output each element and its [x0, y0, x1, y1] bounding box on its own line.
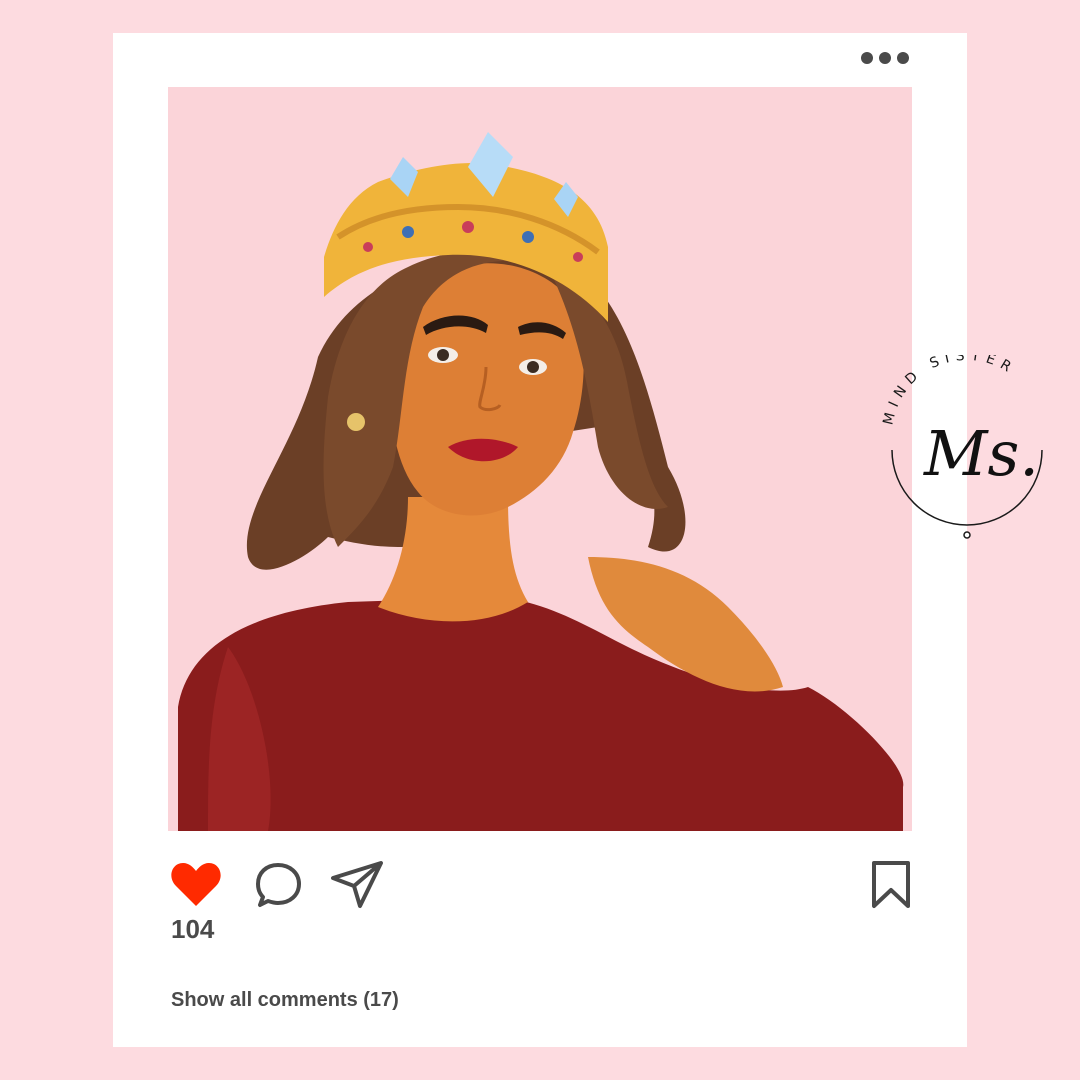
post-image[interactable] [168, 87, 912, 831]
bookmark-icon[interactable] [870, 860, 912, 910]
dot [861, 52, 873, 64]
send-icon[interactable] [330, 860, 385, 910]
like-count[interactable]: 104 [171, 914, 214, 945]
show-comments-link[interactable]: Show all comments (17) [171, 989, 399, 1012]
heart-icon[interactable] [170, 860, 222, 908]
comment-icon[interactable] [254, 861, 304, 909]
more-options-icon[interactable] [861, 51, 913, 65]
logo-monogram: Ms. [923, 417, 1039, 490]
dot [897, 52, 909, 64]
dot [879, 52, 891, 64]
portrait-illustration [178, 132, 904, 831]
logo-ring-text: MIND SISTER [880, 355, 1019, 427]
brand-logo: MIND SISTER Ms. [880, 355, 1043, 539]
